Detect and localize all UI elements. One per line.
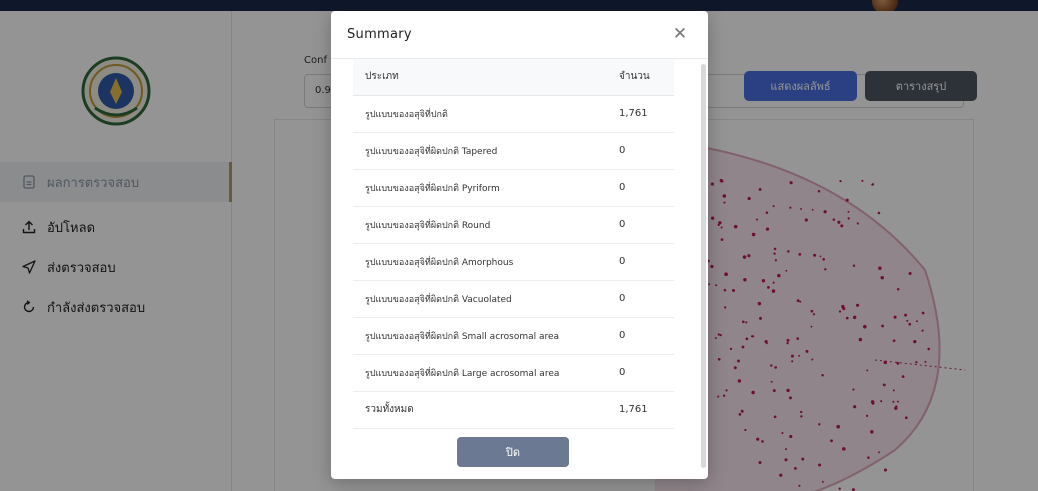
row-type: รูปแบบของอสุจิที่ผิดปกติ Round (353, 206, 607, 244)
row-count: 0 (607, 280, 674, 318)
row-type: รูปแบบของอสุจิที่ผิดปกติ Vacuolated (353, 280, 607, 318)
summary-modal: Summary ✕ ประเภท จำนวน รูปแบบของอสุจิที่… (331, 11, 708, 479)
total-count: 1,761 (607, 391, 674, 429)
row-count: 0 (607, 132, 674, 170)
close-button[interactable]: ปิด (457, 437, 569, 467)
modal-scrollbar[interactable] (701, 64, 706, 468)
row-type: รูปแบบของอสุจิที่ผิดปกติ Tapered (353, 132, 607, 170)
total-label: รวมทั้งหมด (353, 391, 607, 429)
table-row-total: รวมทั้งหมด 1,761 (353, 391, 674, 429)
row-count: 0 (607, 243, 674, 281)
row-count: 1,761 (607, 95, 674, 133)
table-row: รูปแบบของอสุจิที่ผิดปกติ Large acrosomal… (353, 354, 674, 392)
row-type: รูปแบบของอสุจิที่ผิดปกติ Small acrosomal… (353, 317, 607, 355)
modal-title: Summary (347, 27, 412, 42)
table-row: รูปแบบของอสุจิที่ผิดปกติ Pyriform 0 (353, 169, 674, 207)
table-header-row: ประเภท จำนวน (353, 59, 674, 96)
modal-body: ประเภท จำนวน รูปแบบของอสุจิที่ปกติ 1,761… (331, 58, 708, 432)
column-header-type: ประเภท (353, 59, 607, 96)
table-row: รูปแบบของอสุจิที่ผิดปกติ Vacuolated 0 (353, 280, 674, 318)
row-count: 0 (607, 206, 674, 244)
row-count: 0 (607, 354, 674, 392)
row-type: รูปแบบของอสุจิที่ผิดปกติ Amorphous (353, 243, 607, 281)
table-row: รูปแบบของอสุจิที่ผิดปกติ Tapered 0 (353, 132, 674, 170)
row-count: 0 (607, 317, 674, 355)
column-header-count: จำนวน (607, 59, 674, 96)
modal-header: Summary (331, 11, 708, 58)
summary-table: ประเภท จำนวน รูปแบบของอสุจิที่ปกติ 1,761… (353, 59, 674, 429)
table-row: รูปแบบของอสุจิที่ผิดปกติ Small acrosomal… (353, 317, 674, 355)
table-row: รูปแบบของอสุจิที่ผิดปกติ Amorphous 0 (353, 243, 674, 281)
table-row: รูปแบบของอสุจิที่ปกติ 1,761 (353, 95, 674, 133)
close-icon[interactable]: ✕ (669, 23, 691, 45)
row-type: รูปแบบของอสุจิที่ปกติ (353, 95, 607, 133)
table-row: รูปแบบของอสุจิที่ผิดปกติ Round 0 (353, 206, 674, 244)
row-type: รูปแบบของอสุจิที่ผิดปกติ Large acrosomal… (353, 354, 607, 392)
row-type: รูปแบบของอสุจิที่ผิดปกติ Pyriform (353, 169, 607, 207)
row-count: 0 (607, 169, 674, 207)
